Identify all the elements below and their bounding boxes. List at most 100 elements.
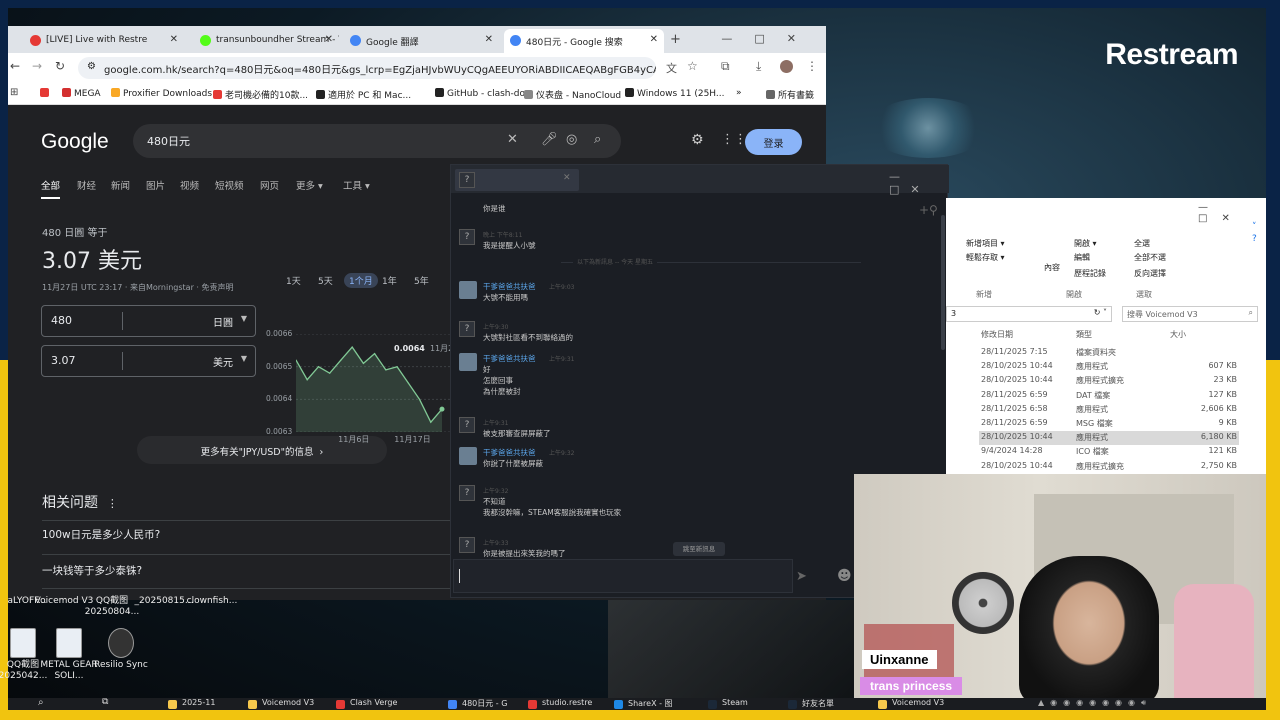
chevron-down-icon[interactable]: ▼ xyxy=(241,314,247,323)
range-option[interactable]: 5年 xyxy=(414,274,429,287)
taskbar-app[interactable]: studio.restre xyxy=(528,698,592,709)
ribbon-item[interactable]: 全選 xyxy=(1134,238,1150,249)
desktop-icon[interactable]: clownfish... xyxy=(182,596,242,607)
bookmark-item[interactable]: Windows 11 (25H... xyxy=(625,88,725,99)
range-option[interactable]: 1年 xyxy=(382,274,397,287)
site-info-icon[interactable]: ⚙ xyxy=(87,61,96,72)
desktop-icon[interactable]: QQ截图 20250804... xyxy=(82,596,142,618)
chevron-down-icon[interactable]: ˅ xyxy=(1252,222,1257,232)
window-controls[interactable]: —□✕ xyxy=(1198,202,1266,224)
ribbon-item[interactable]: 新增項目 ▾ xyxy=(966,238,1005,249)
chevron-down-icon[interactable]: ▼ xyxy=(241,354,247,363)
bookmark-item[interactable]: Proxifier Downloads xyxy=(111,88,212,99)
profile-icon[interactable] xyxy=(780,60,793,73)
task-view-icon[interactable]: ⧉ xyxy=(102,698,108,707)
system-tray[interactable]: ▲◉◉◉◉◉◉◉🔊︎ xyxy=(1038,698,1152,708)
ribbon-item[interactable]: 反向選擇 xyxy=(1134,268,1166,279)
window-controls[interactable]: —□✕ xyxy=(889,170,949,196)
window-controls[interactable]: —□✕ xyxy=(721,32,818,45)
tab-7[interactable]: 更多 ▾ xyxy=(296,178,323,192)
tab-6[interactable]: 网页 xyxy=(260,178,279,192)
clear-icon[interactable]: ✕ xyxy=(507,132,518,147)
translate-icon[interactable]: 文 xyxy=(666,60,677,76)
bookmark-item[interactable] xyxy=(40,88,52,99)
taskbar-app[interactable]: Steam xyxy=(708,698,748,709)
file-row[interactable]: 28/11/2025 6:59 MSG 檔案 9 KB xyxy=(979,417,1239,431)
from-unit[interactable]: 日圓 xyxy=(213,314,233,329)
taskbar-app[interactable]: 2025-11 xyxy=(168,698,215,709)
close-tab-icon[interactable]: ✕ xyxy=(485,34,493,45)
menu-icon[interactable]: ⋮ xyxy=(806,59,818,73)
chevron-right-icon[interactable]: » xyxy=(736,88,742,98)
bookmark-item[interactable]: 老司機必備的10款... xyxy=(213,88,308,101)
bookmark-item[interactable]: GitHub - clash-do... xyxy=(435,88,533,99)
browser-tab[interactable]: 480日元 - Google 搜索 ✕ xyxy=(504,29,664,53)
tab-8[interactable]: 工具 ▾ xyxy=(343,178,370,192)
to-currency-field[interactable]: 3.07 美元 ▼ xyxy=(41,345,256,377)
tab-0[interactable]: 全部 xyxy=(41,178,61,199)
tab-1[interactable]: 财经 xyxy=(77,178,96,192)
search-icon[interactable]: ⌕ xyxy=(38,698,44,708)
range-option[interactable]: 1个月 xyxy=(344,273,378,288)
chat-scrollbar[interactable] xyxy=(941,215,945,350)
from-value[interactable]: 480 xyxy=(51,314,72,327)
jump-to-new-button[interactable]: 跳至新訊息 xyxy=(673,542,725,556)
close-tab-icon[interactable]: ✕ xyxy=(563,173,571,183)
close-tab-icon[interactable]: ✕ xyxy=(170,34,178,45)
avatar[interactable]: ? xyxy=(459,321,475,337)
taskbar-app[interactable]: Voicemod V3 xyxy=(878,698,944,709)
search-icon[interactable]: ⌕ xyxy=(594,132,601,147)
chat-author[interactable]: 干爹爸爸共扶爸 xyxy=(483,281,536,292)
avatar[interactable]: ? xyxy=(459,537,475,553)
lens-icon[interactable]: ◎ xyxy=(566,132,577,147)
avatar[interactable] xyxy=(459,447,477,465)
column-header[interactable]: 大小 xyxy=(1170,329,1186,340)
refresh-icon[interactable]: ↻ ˅ xyxy=(1094,308,1107,317)
tab-2[interactable]: 新闻 xyxy=(111,178,130,192)
file-row[interactable]: 28/10/2025 10:44 應用程式擴充 23 KB xyxy=(979,374,1239,388)
file-row[interactable]: 28/10/2025 10:44 應用程式 607 KB xyxy=(979,360,1239,374)
file-row[interactable]: 28/11/2025 6:58 應用程式 2,606 KB xyxy=(979,403,1239,417)
from-currency-field[interactable]: 480 日圓 ▼ xyxy=(41,305,256,337)
send-icon[interactable]: ➤ xyxy=(796,569,807,584)
close-tab-icon[interactable]: ✕ xyxy=(650,34,658,45)
file-row[interactable]: 9/4/2024 14:28 ICO 檔案 121 KB xyxy=(979,445,1239,459)
taskbar-app[interactable]: Voicemod V3 xyxy=(248,698,314,709)
file-row[interactable]: 28/10/2025 10:44 應用程式 6,180 KB xyxy=(979,431,1239,446)
ribbon-item[interactable]: 歷程記錄 xyxy=(1074,268,1106,279)
ribbon-item[interactable]: 開啟 ▾ xyxy=(1074,238,1097,249)
bookmark-item[interactable]: 所有書籤 xyxy=(766,88,814,101)
tab-3[interactable]: 图片 xyxy=(146,178,165,192)
emoji-icon[interactable]: ☻ xyxy=(837,568,852,584)
browser-tab[interactable]: [LIVE] Live with Restre ✕ xyxy=(24,29,184,53)
to-unit[interactable]: 美元 xyxy=(213,354,233,369)
chat-author[interactable]: 干爹爸爸共扶爸 xyxy=(483,353,536,364)
avatar[interactable] xyxy=(459,281,477,299)
taskbar-app[interactable]: 好友名單 xyxy=(788,698,834,709)
more-options-icon[interactable]: ⋮ xyxy=(107,497,118,510)
mic-icon[interactable]: 🎤︎ xyxy=(541,132,558,147)
avatar[interactable]: ? xyxy=(459,229,475,245)
add-friend-icon[interactable]: +⚲ xyxy=(919,203,938,217)
explorer-address-bar[interactable]: 3 ↻ ˅ xyxy=(946,306,1112,322)
column-header[interactable]: 類型 xyxy=(1076,329,1092,340)
new-tab-icon[interactable]: + xyxy=(670,32,681,47)
bookmark-star-icon[interactable]: ☆ xyxy=(687,59,698,73)
ribbon-item[interactable]: 編輯 xyxy=(1074,252,1090,263)
range-option[interactable]: 1天 xyxy=(286,274,301,287)
taskbar-app[interactable]: ShareX - 图 xyxy=(614,698,673,709)
file-row[interactable]: 28/11/2025 6:59 DAT 檔案 127 KB xyxy=(979,389,1239,403)
explorer-search[interactable]: 搜尋 Voicemod V3 ⌕ xyxy=(1122,306,1258,322)
search-box[interactable]: 480日元 ✕ 🎤︎ ◎ ⌕ xyxy=(133,124,621,158)
browser-tab[interactable]: transunboundher Stream - Vi ✕ xyxy=(194,29,339,53)
column-header[interactable]: 修改日期 xyxy=(981,329,1013,340)
forward-icon[interactable]: → xyxy=(32,59,42,73)
google-logo[interactable]: Google xyxy=(41,130,109,154)
ribbon-item[interactable]: 全部不選 xyxy=(1134,252,1166,263)
tab-5[interactable]: 短视频 xyxy=(215,178,244,192)
related-question[interactable]: 一块钱等于多少泰铢? xyxy=(42,563,142,578)
login-button[interactable]: 登录 xyxy=(745,129,802,155)
file-row[interactable]: 28/11/2025 7:15 檔案資料夾 xyxy=(979,346,1239,360)
bookmark-item[interactable]: 適用於 PC 和 Mac... xyxy=(316,88,411,101)
url-bar[interactable]: ⚙ google.com.hk/search?q=480日元&oq=480日元&g… xyxy=(78,57,656,79)
